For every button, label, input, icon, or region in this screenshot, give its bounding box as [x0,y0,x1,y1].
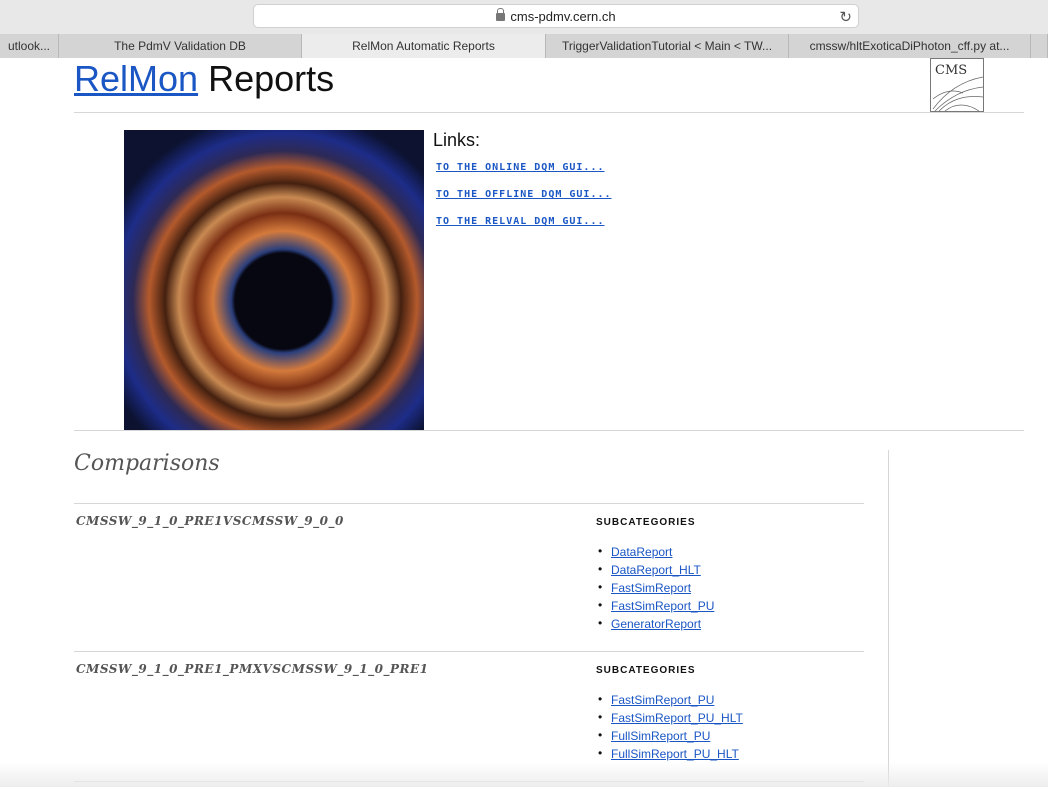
subcategory-link[interactable]: FastSimReport_PU [611,599,714,613]
comparisons-heading: Comparisons [74,451,220,476]
tab-outlook[interactable]: utlook... [0,34,59,58]
relmon-home-link[interactable]: RelMon [74,58,198,99]
subcategory-item: FastSimReport_PU [598,692,714,707]
subcategory-link[interactable]: FullSimReport_PU_HLT [611,747,739,761]
lock-icon [496,8,506,21]
subcategory-link[interactable]: GeneratorReport [611,617,701,631]
offline-dqm-gui-link[interactable]: TO THE OFFLINE DQM GUI... [436,189,612,200]
tab-relmon-reports[interactable]: RelMon Automatic Reports [302,34,546,58]
cms-logo-graphic [932,76,984,112]
subcategory-link[interactable]: FastSimReport_PU_HLT [611,711,743,725]
cms-detector-image [124,130,424,430]
comparison-title: CMSSW_9_1_0_PRE1_PMXVSCMSSW_9_1_0_PRE1 [76,662,429,676]
section-divider [74,430,1024,431]
header-divider [74,112,1024,113]
tab-cmssw-hlt-exotica[interactable]: cmssw/hltExoticaDiPhoton_cff.py at... [789,34,1031,58]
links-heading: Links: [433,130,481,150]
subcategory-link[interactable]: FullSimReport_PU [611,729,710,743]
subcategory-item: GeneratorReport [598,616,701,631]
reload-icon[interactable]: ↻ [839,8,852,26]
subcategory-item: FastSimReport_PU [598,598,714,613]
cms-logo: CMS [930,58,984,112]
subcategory-link[interactable]: DataReport_HLT [611,563,701,577]
online-dqm-gui-link[interactable]: TO THE ONLINE DQM GUI... [436,162,605,173]
browser-chrome: cms-pdmv.cern.ch ↻ utlook... The PdmV Va… [0,0,1048,58]
tab-overflow[interactable] [1031,34,1048,58]
subcategories-label: SUBCATEGORIES [596,665,696,676]
subcategory-item: DataReport_HLT [598,562,701,577]
subcategory-item: FastSimReport_PU_HLT [598,710,743,725]
relval-dqm-gui-link[interactable]: TO THE RELVAL DQM GUI... [436,216,605,227]
address-bar-url: cms-pdmv.cern.ch [510,8,616,24]
comparison-title: CMSSW_9_1_0_PRE1VSCMSSW_9_0_0 [76,514,344,528]
subcategory-item: DataReport [598,544,672,559]
tab-pdmv-validation-db[interactable]: The PdmV Validation DB [59,34,302,58]
subcategory-item: FastSimReport [598,580,691,595]
subcategory-item: FullSimReport_PU [598,728,710,743]
address-bar[interactable]: cms-pdmv.cern.ch ↻ [253,4,859,28]
bottom-fade [0,762,1048,787]
page-title: RelMon Reports [74,58,334,100]
tab-bar: utlook... The PdmV Validation DB RelMon … [0,34,1048,58]
comparisons-divider [74,503,864,504]
subcategory-link[interactable]: FastSimReport [611,581,691,595]
sidebar-divider [888,450,889,787]
page-title-rest: Reports [198,58,335,99]
subcategory-item: FullSimReport_PU_HLT [598,746,739,761]
subcategory-link[interactable]: FastSimReport_PU [611,693,714,707]
subcategory-link[interactable]: DataReport [611,545,672,559]
subcategories-label: SUBCATEGORIES [596,517,696,528]
comparison-divider [74,651,864,652]
tab-trigger-validation-tutorial[interactable]: TriggerValidationTutorial < Main < TW... [546,34,789,58]
